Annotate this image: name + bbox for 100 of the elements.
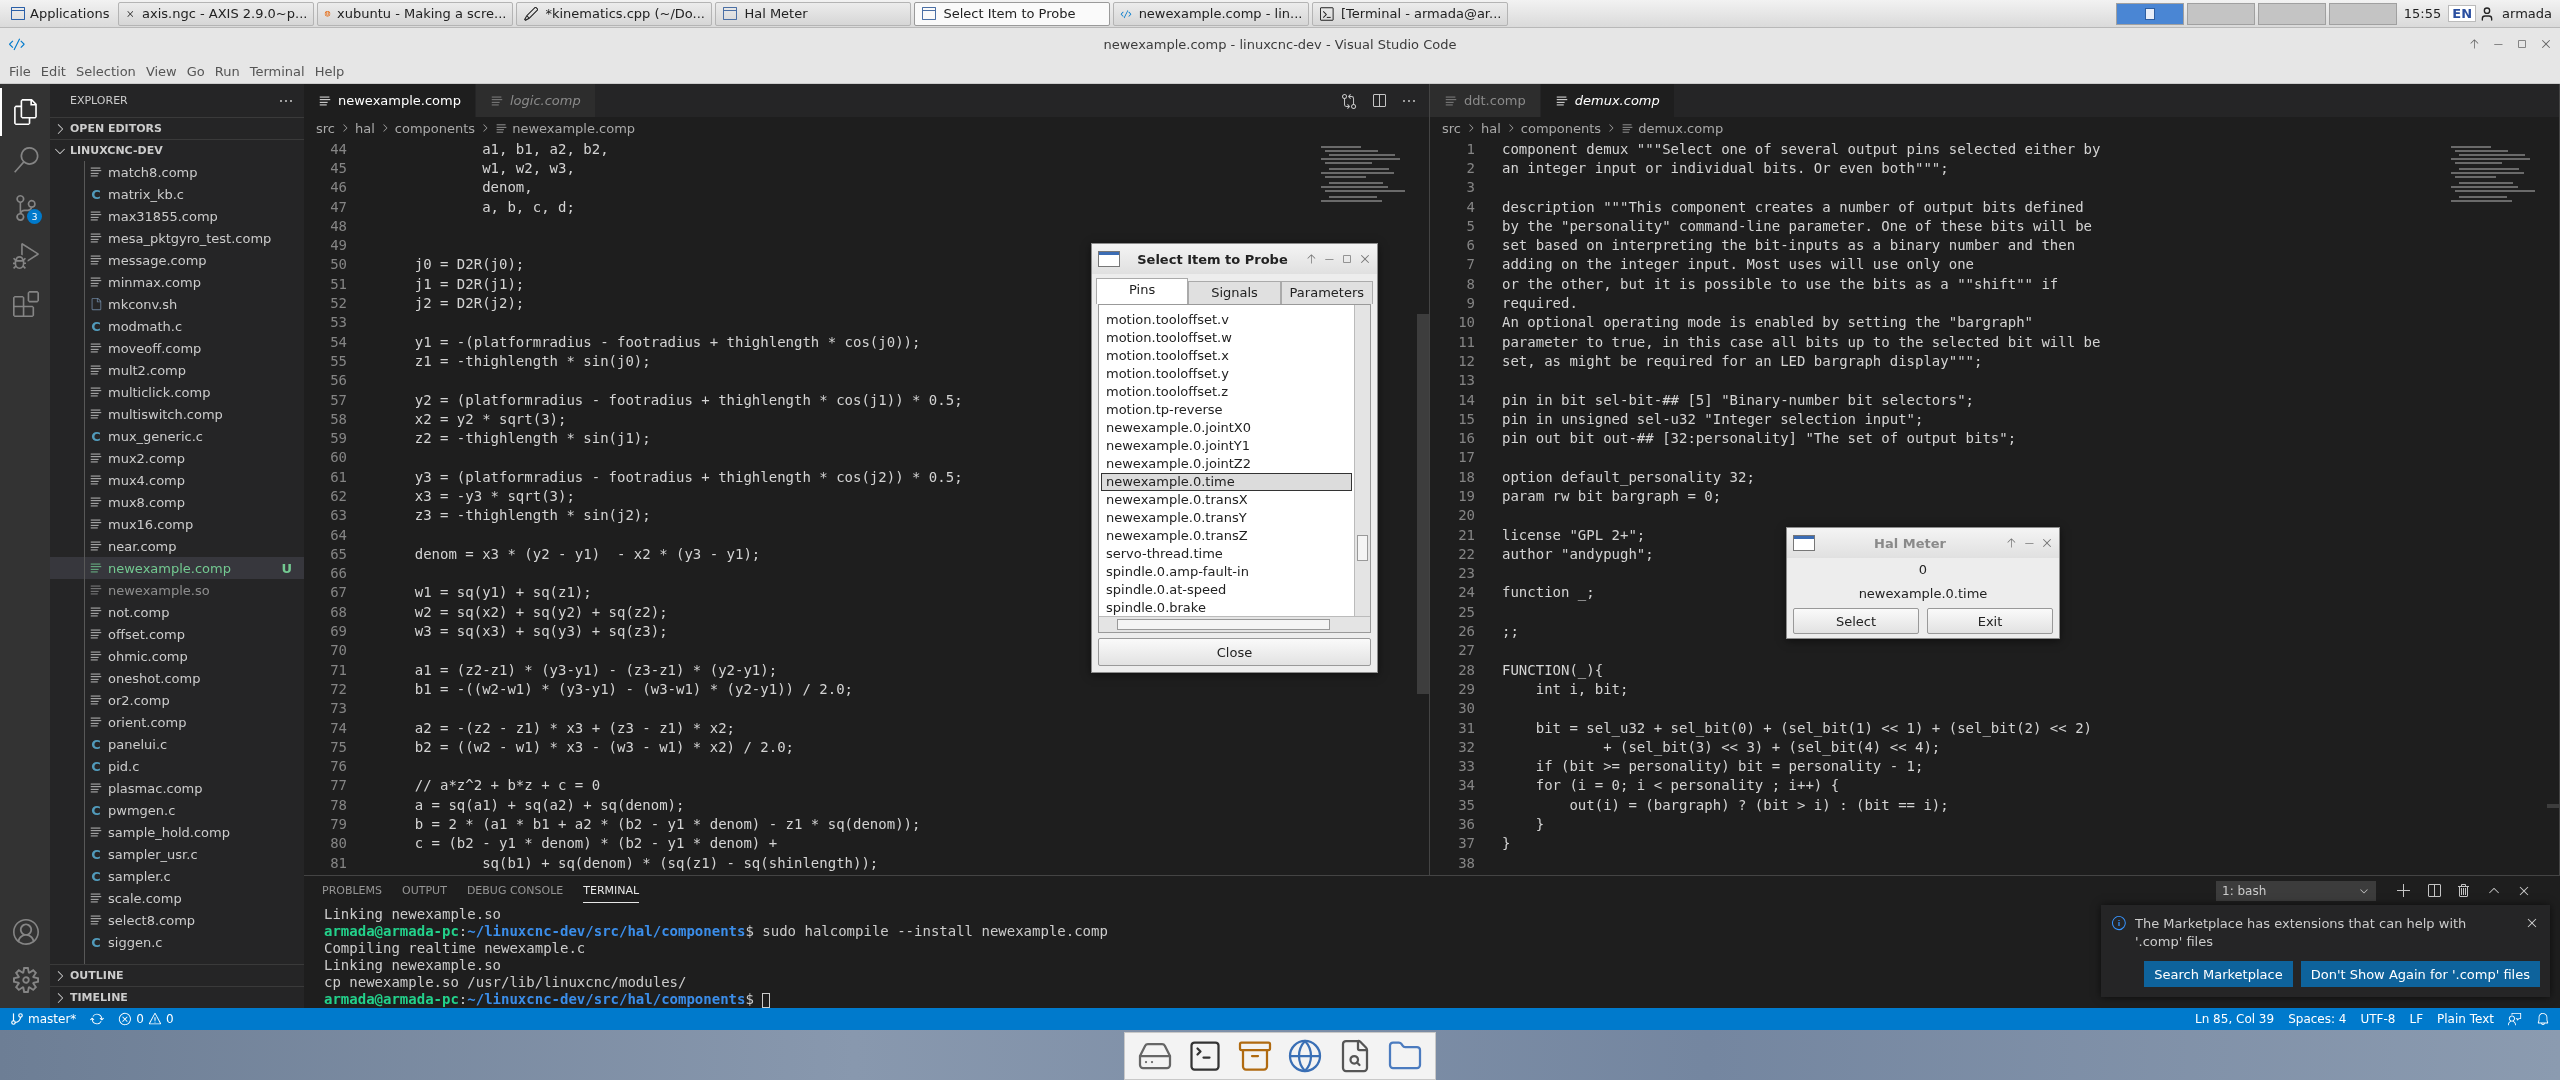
list-item[interactable]: motion.tooloffset.x xyxy=(1101,347,1352,365)
taskbar-button[interactable]: *kinematics.cpp (~/Do... xyxy=(516,1,713,26)
list-item[interactable]: newexample.0.transZ xyxy=(1101,527,1352,545)
breadcrumb-item[interactable]: newexample.comp xyxy=(512,120,636,136)
list-item[interactable]: newexample.0.jointY1 xyxy=(1101,437,1352,455)
explorer-tree-entry[interactable]: orient.comp xyxy=(50,711,304,733)
status-item[interactable]: Spaces: 4 xyxy=(2288,1012,2347,1026)
explorer-tree-entry[interactable]: C modmath.c xyxy=(50,315,304,337)
applications-menu[interactable]: Applications xyxy=(4,1,116,26)
keep-above-icon[interactable] xyxy=(2468,38,2480,50)
taskbar-button[interactable]: axis.ngc - AXIS 2.9.0~p... xyxy=(118,1,315,26)
dialog-tab[interactable]: Parameters xyxy=(1280,281,1373,304)
taskbar-button[interactable]: [Terminal - armada@ar... xyxy=(1312,1,1509,26)
notification-button[interactable]: Search Marketplace xyxy=(2144,961,2293,987)
close-icon[interactable] xyxy=(2540,38,2552,50)
editor-tab[interactable]: logic.comp xyxy=(476,84,596,117)
explorer-tree-entry[interactable]: near.comp xyxy=(50,535,304,557)
feedback-icon[interactable] xyxy=(2508,1012,2522,1026)
breadcrumb-item[interactable]: demux.comp xyxy=(1638,120,1724,136)
terminal-dropdown[interactable]: 1: bash xyxy=(2216,881,2376,901)
list-item[interactable]: spindle.0.amp-fault-in xyxy=(1101,563,1352,581)
maximize-icon[interactable] xyxy=(1341,253,1353,265)
explorer-tree-entry[interactable]: mult2.comp xyxy=(50,359,304,381)
explorer-tree-entry[interactable]: offset.comp xyxy=(50,623,304,645)
explorer-tree-entry[interactable]: mux2.comp xyxy=(50,447,304,469)
explorer-tree-entry[interactable]: C sampler_usr.c xyxy=(50,843,304,865)
explorer-tree-entry[interactable]: oneshot.comp xyxy=(50,667,304,689)
menu-item[interactable]: Edit xyxy=(35,64,71,79)
branch-indicator[interactable]: master* xyxy=(10,1012,77,1026)
maximize-icon[interactable] xyxy=(2516,38,2528,50)
explorer-tree-entry[interactable]: newexample.comp U xyxy=(50,557,304,579)
explorer-tree-entry[interactable]: moveoff.comp xyxy=(50,337,304,359)
explorer-tree-entry[interactable]: message.comp xyxy=(50,249,304,271)
breadcrumb-item[interactable]: hal xyxy=(355,120,375,136)
explorer-tree-entry[interactable]: mux8.comp xyxy=(50,491,304,513)
menu-item[interactable]: Run xyxy=(209,64,245,79)
breadcrumb-item[interactable]: components xyxy=(394,120,476,136)
compare-icon[interactable] xyxy=(1341,92,1357,109)
explorer-tree-entry[interactable]: mux16.comp xyxy=(50,513,304,535)
explorer-tree-entry[interactable]: mkconv.sh xyxy=(50,293,304,315)
list-item[interactable]: newexample.0.transX xyxy=(1101,491,1352,509)
list-item[interactable]: motion.tooloffset.v xyxy=(1101,311,1352,329)
keep-above-icon[interactable] xyxy=(1305,253,1317,265)
explorer-tree-entry[interactable]: not.comp xyxy=(50,601,304,623)
terminal-icon[interactable] xyxy=(1187,1038,1223,1074)
explorer-tree-entry[interactable]: C pid.c xyxy=(50,755,304,777)
list-item[interactable]: motion.tooloffset.w xyxy=(1101,329,1352,347)
close-button[interactable]: Close xyxy=(1098,638,1371,666)
section-header[interactable]: OUTLINE xyxy=(50,964,304,986)
panel-tab[interactable]: TERMINAL xyxy=(583,879,640,903)
bell-icon[interactable] xyxy=(2536,1012,2550,1026)
explorer-tree-entry[interactable]: ohmic.comp xyxy=(50,645,304,667)
explorer-tree-entry[interactable]: match8.comp xyxy=(50,161,304,183)
section-header[interactable]: LINUXCNC-DEV xyxy=(50,139,304,161)
menu-item[interactable]: Help xyxy=(309,64,350,79)
list-item[interactable]: newexample.0.jointX0 xyxy=(1101,419,1352,437)
list-item[interactable]: spindle.0.at-speed xyxy=(1101,581,1352,599)
menu-item[interactable]: Go xyxy=(181,64,210,79)
taskbar-button[interactable]: xubuntu - Making a scre... xyxy=(317,1,514,26)
list-item[interactable]: motion.tooloffset.z xyxy=(1101,383,1352,401)
explorer-tree-entry[interactable]: C sampler.c xyxy=(50,865,304,887)
status-item[interactable]: LF xyxy=(2409,1012,2424,1026)
dialog-button[interactable]: Exit xyxy=(1927,608,2053,634)
menu-item[interactable]: File xyxy=(4,64,36,79)
dialog-tab[interactable]: Signals xyxy=(1188,281,1281,304)
add-icon[interactable] xyxy=(2396,883,2412,899)
explorer-tree-entry[interactable]: newexample.so xyxy=(50,579,304,601)
list-item[interactable]: spindle.0.brake xyxy=(1101,599,1352,616)
vertical-scrollbar[interactable] xyxy=(1354,305,1370,616)
problems-indicator[interactable]: 0 0 xyxy=(118,1012,174,1026)
breadcrumb-item[interactable]: src xyxy=(1442,120,1461,136)
explorer-tree-entry[interactable]: or2.comp xyxy=(50,689,304,711)
split-editor-icon[interactable] xyxy=(1371,92,1387,109)
horizontal-scrollbar[interactable] xyxy=(1099,616,1370,632)
dialog-tab[interactable]: Pins xyxy=(1096,278,1189,304)
taskbar-button[interactable]: Hal Meter xyxy=(715,1,912,26)
sync-icon[interactable] xyxy=(90,1012,105,1026)
list-item[interactable]: motion.tp-reverse xyxy=(1101,401,1352,419)
section-header[interactable]: OPEN EDITORS xyxy=(50,117,304,139)
explorer-tree-entry[interactable]: sample_hold.comp xyxy=(50,821,304,843)
explorer-tree-entry[interactable]: max31855.comp xyxy=(50,205,304,227)
notification-button[interactable]: Don't Show Again for '.comp' files xyxy=(2300,961,2540,987)
explorer-tree-entry[interactable]: scale.comp xyxy=(50,887,304,909)
panel-tab[interactable]: PROBLEMS xyxy=(322,879,383,903)
menu-item[interactable]: Terminal xyxy=(244,64,310,79)
workspace-button[interactable] xyxy=(2115,2,2184,25)
keyboard-layout[interactable]: EN xyxy=(2448,5,2477,22)
list-item[interactable]: servo-thread.time xyxy=(1101,545,1352,563)
explorer-tree-entry[interactable]: select8.comp xyxy=(50,909,304,931)
breadcrumb-item[interactable]: components xyxy=(1520,120,1602,136)
breadcrumb-item[interactable]: src xyxy=(316,120,335,136)
editor-tab[interactable]: ddt.comp xyxy=(1430,84,1541,117)
list-item[interactable]: motion.tooloffset.y xyxy=(1101,365,1352,383)
status-item[interactable]: UTF-8 xyxy=(2360,1012,2396,1026)
menu-item[interactable]: Selection xyxy=(70,64,141,79)
editor-tab[interactable]: newexample.comp xyxy=(304,84,476,117)
explorer-tree-entry[interactable]: C mux_generic.c xyxy=(50,425,304,447)
explorer-tree-entry[interactable]: C siggen.c xyxy=(50,931,304,953)
editor-tab[interactable]: demux.comp xyxy=(1540,84,1675,117)
panel-tab[interactable]: DEBUG CONSOLE xyxy=(466,879,564,903)
